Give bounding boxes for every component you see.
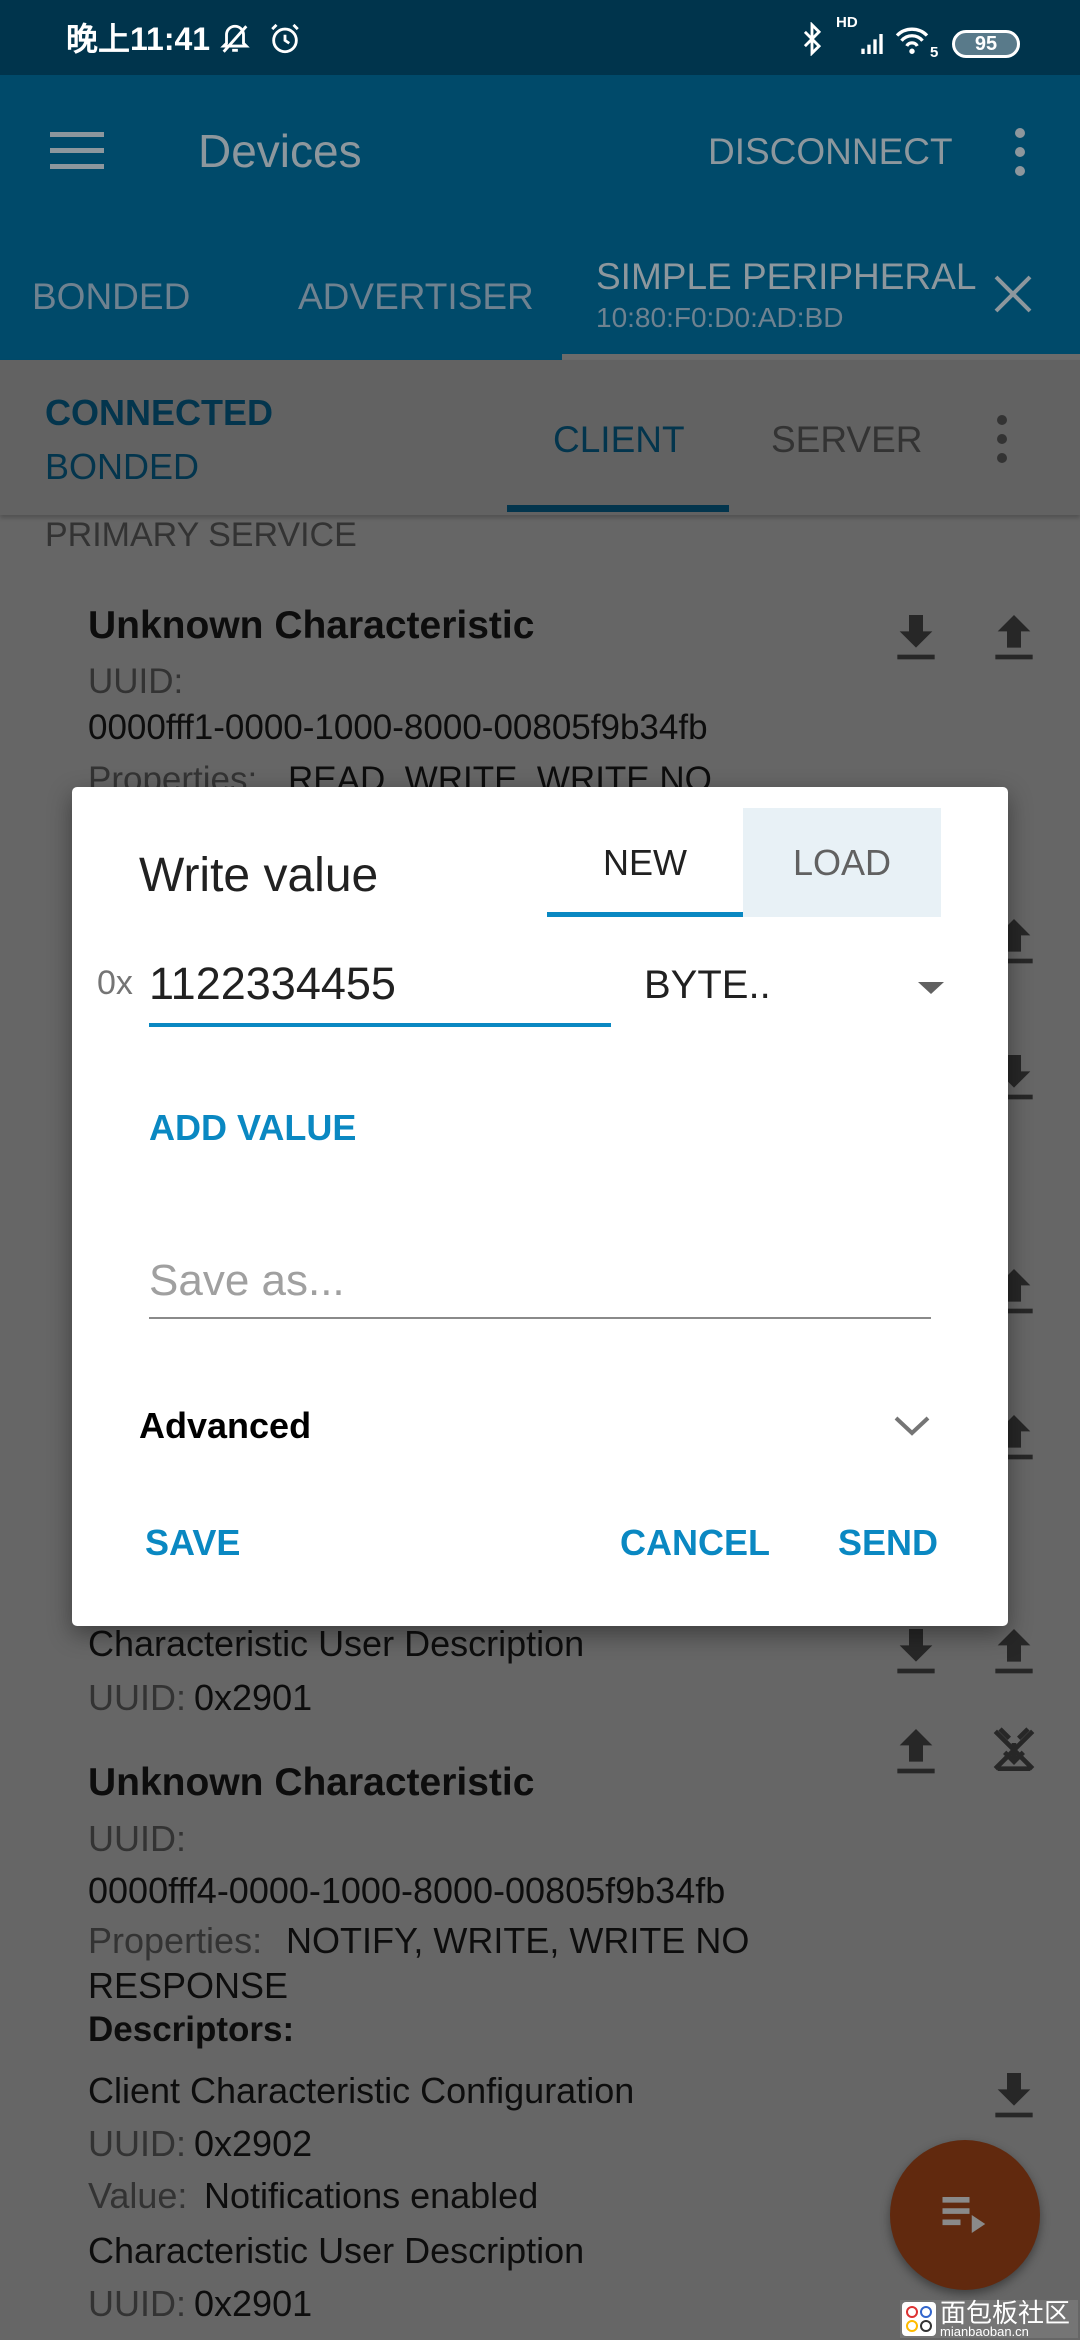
descriptor-value: Notifications enabled — [204, 2175, 539, 2216]
write-value-dialog: Write value NEW LOAD 0x 1122334455 BYTE.… — [72, 787, 1008, 1626]
uuid-value: 0000fff4-0000-1000-8000-00805f9b34fb — [88, 1870, 726, 1911]
battery-indicator: 95 — [952, 30, 1020, 58]
mute-bell-icon — [220, 24, 250, 53]
send-button[interactable]: SEND — [838, 1521, 938, 1564]
battery-level: 95 — [974, 33, 998, 55]
watermark-logo: 面包板社区 mianbaoban.cn — [900, 2298, 1078, 2339]
dropdown-arrow-icon — [918, 982, 944, 994]
properties-value: NOTIFY, WRITE, WRITE NO — [286, 1920, 750, 1961]
properties-label: Properties: — [88, 1920, 263, 1961]
save-button[interactable]: SAVE — [145, 1521, 240, 1564]
add-value-button[interactable]: ADD VALUE — [149, 1106, 356, 1149]
bond-state: BONDED — [45, 446, 200, 487]
cancel-button[interactable]: CANCEL — [620, 1521, 770, 1564]
more-options-icon[interactable] — [1008, 127, 1032, 177]
write-upload-icon[interactable] — [986, 608, 1042, 664]
type-select-value: BYTE.. — [644, 963, 771, 1007]
tab-advertiser[interactable]: ADVERTISER — [298, 275, 534, 319]
uuid-label: UUID: — [88, 2123, 186, 2164]
save-as-input[interactable]: Save as... — [149, 1237, 931, 1319]
log-fab-button[interactable] — [890, 2140, 1040, 2290]
tab-load[interactable]: LOAD — [743, 808, 941, 917]
status-time: 晚上11:41 — [66, 21, 211, 57]
characteristic-name: Unknown Characteristic — [88, 604, 535, 647]
tab-device-name: SIMPLE PERIPHERAL — [596, 256, 977, 297]
write-upload-icon[interactable] — [888, 1722, 944, 1778]
read-download-icon[interactable] — [986, 2066, 1042, 2122]
read-download-icon[interactable] — [888, 1622, 944, 1678]
tab-new[interactable]: NEW — [547, 810, 743, 918]
service-type: PRIMARY SERVICE — [45, 516, 357, 554]
signal-icon — [861, 34, 883, 54]
uuid-value: 0x2902 — [194, 2123, 313, 2164]
uuid-value: 0x2901 — [194, 2283, 313, 2324]
value-label: Value: — [88, 2175, 188, 2216]
uuid-value: 0x2901 — [194, 1677, 313, 1718]
connection-state: CONNECTED — [45, 392, 274, 433]
status-bar: 晚上11:41 HD 5 95 — [0, 0, 1080, 75]
watermark-logo-icon — [902, 2302, 936, 2336]
save-as-placeholder: Save as... — [149, 1256, 345, 1305]
hamburger-menu-icon[interactable] — [50, 130, 104, 170]
chevron-down-icon — [894, 1416, 930, 1436]
write-upload-icon[interactable] — [986, 1622, 1042, 1678]
uuid-label: UUID: — [88, 662, 184, 701]
wifi-icon — [895, 27, 929, 54]
properties-value-cont: RESPONSE — [88, 1965, 289, 2006]
uuid-label: UUID: — [88, 1818, 186, 1859]
hex-prefix: 0x — [97, 964, 133, 1002]
advanced-label: Advanced — [139, 1405, 312, 1446]
tab-device-address: 10:80:F0:D0:AD:BD — [596, 302, 844, 333]
wifi-level: 5 — [930, 44, 939, 61]
tab-server[interactable]: SERVER — [771, 418, 923, 462]
alarm-icon — [271, 23, 299, 54]
descriptor-name: Characteristic User Description — [88, 2230, 585, 2271]
network-type: HD — [836, 14, 858, 31]
tab-indicator — [547, 912, 743, 917]
tab-load-label: LOAD — [792, 842, 892, 883]
notifications-off-icon[interactable] — [986, 1722, 1042, 1778]
characteristic-name: Unknown Characteristic — [88, 1761, 535, 1804]
descriptor-name: Client Characteristic Configuration — [88, 2070, 635, 2111]
playlist-play-icon — [942, 2197, 986, 2233]
type-select[interactable]: BYTE.. — [644, 947, 944, 1023]
advanced-toggle[interactable]: Advanced — [72, 1377, 1008, 1477]
more-options-icon[interactable] — [990, 414, 1014, 464]
tab-client[interactable]: CLIENT — [553, 418, 685, 462]
value-input[interactable]: 1122334455 — [149, 947, 611, 1027]
page-title: Devices — [198, 125, 362, 177]
uuid-label: UUID: — [88, 2283, 186, 2324]
watermark-sub: mianbaoban.cn — [940, 2324, 1029, 2339]
client-tab-indicator — [507, 505, 729, 512]
connection-header: CONNECTED BONDED CLIENT SERVER — [0, 360, 1080, 515]
tab-bonded[interactable]: BONDED — [32, 275, 190, 319]
value-input-text: 1122334455 — [149, 958, 396, 1009]
descriptor-name: Characteristic User Description — [88, 1623, 585, 1664]
uuid-value: 0000fff1-0000-1000-8000-00805f9b34fb — [88, 708, 708, 747]
app-bar: Devices DISCONNECT BONDED ADVERTISER SIM… — [0, 75, 1080, 360]
disconnect-button[interactable]: DISCONNECT — [708, 130, 953, 174]
read-download-icon[interactable] — [888, 608, 944, 664]
uuid-label: UUID: — [88, 1677, 186, 1718]
bluetooth-icon — [803, 22, 822, 56]
dialog-title: Write value — [139, 849, 379, 902]
close-icon[interactable] — [992, 273, 1034, 315]
descriptors-label: Descriptors: — [88, 2010, 295, 2049]
tab-new-label: NEW — [603, 842, 687, 883]
